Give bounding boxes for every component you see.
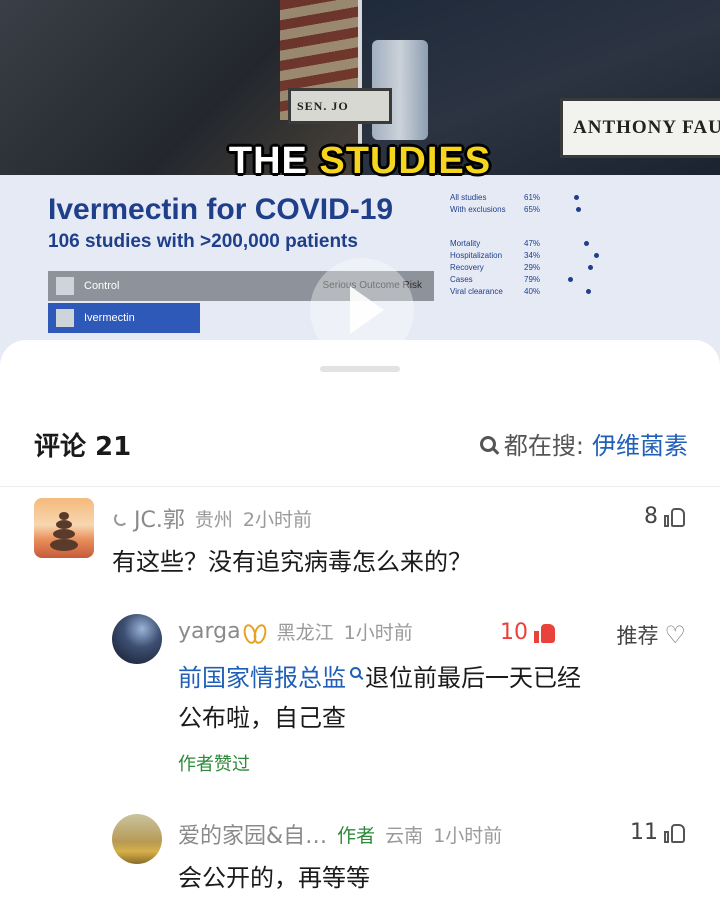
- slide-title: Ivermectin for COVID-19: [48, 193, 394, 226]
- person-icon: [56, 309, 74, 327]
- heart-icon: ♡: [664, 621, 686, 649]
- row-label: All studies: [450, 192, 487, 202]
- thumbs-up-icon: [664, 822, 686, 844]
- row-pct: 29%: [524, 262, 541, 272]
- like-button[interactable]: 8: [644, 504, 686, 529]
- comment-text: 会公开的，再等等: [178, 864, 370, 892]
- like-count: 8: [644, 504, 658, 529]
- row-dot: [576, 206, 581, 212]
- trending-search-label: 都在搜:: [503, 432, 584, 460]
- comment-text-rest: 退位前最后一天已经: [365, 664, 581, 692]
- thumbs-up-filled-icon: [534, 622, 556, 644]
- author-liked-label: 作者赞过: [178, 754, 250, 775]
- person-icon: [56, 277, 74, 295]
- avatar[interactable]: [112, 814, 162, 864]
- row-pct: 79%: [524, 274, 541, 284]
- search-link[interactable]: 前国家情报总监: [178, 664, 346, 692]
- search-icon: [479, 435, 496, 452]
- row-label: Recovery: [450, 262, 484, 272]
- comments-title: 评论 21: [34, 432, 132, 462]
- header-divider: [0, 486, 720, 487]
- thumbs-up-icon: [664, 506, 686, 528]
- table-row: Mortality 47%: [450, 237, 620, 249]
- location: 云南: [385, 824, 424, 847]
- row-label: Hospitalization: [450, 250, 503, 260]
- timestamp: 2小时前: [242, 508, 312, 531]
- row-label: Mortality: [450, 238, 481, 248]
- username[interactable]: yarga: [178, 619, 241, 644]
- recommend-button[interactable]: 推荐 ♡: [616, 620, 686, 650]
- recommend-label: 推荐: [616, 624, 659, 648]
- table-row: With exclusions 65%: [450, 203, 620, 215]
- table-row: Viral clearance 40%: [450, 285, 620, 297]
- row-pct: 34%: [524, 250, 541, 260]
- like-button[interactable]: 10: [500, 620, 556, 645]
- comment-text-line2: 公布啦，自己查: [178, 704, 346, 732]
- comments-sheet: 评论 21 都在搜: 伊维菌素 JC.郭 贵州 2小时前 8 有这些？没有追究病…: [0, 340, 720, 923]
- like-count: 10: [500, 620, 528, 645]
- row-dot: [574, 194, 579, 200]
- table-row: Recovery 29%: [450, 261, 620, 273]
- username[interactable]: JC.郭: [134, 502, 185, 534]
- drag-handle[interactable]: [320, 366, 400, 372]
- row-pct: 61%: [524, 192, 541, 202]
- avatar-stone: [59, 512, 69, 520]
- avatar-stone: [56, 520, 72, 529]
- row-dot: [568, 276, 573, 282]
- nameplate-senator: SEN. JO: [288, 88, 392, 124]
- comment-text: 前国家情报总监 退位前最后一天已经 公布啦，自己查: [178, 658, 581, 738]
- row-pct: 40%: [524, 286, 541, 296]
- table-row: Hospitalization 34%: [450, 249, 620, 261]
- avatar[interactable]: [112, 614, 162, 664]
- row-pct: 65%: [524, 204, 541, 214]
- row-dot: [588, 264, 593, 270]
- avatar-stone: [50, 539, 78, 551]
- avatar[interactable]: [34, 498, 94, 558]
- ribbon-badge-icon: [243, 622, 267, 642]
- comment-text: 有这些？没有追究病毒怎么来的？: [112, 548, 472, 576]
- slide-results-table: All studies 61% With exclusions 65% Mortal…: [450, 191, 620, 297]
- comment-header: 爱的家园&自… 作者 云南 1小时前: [178, 818, 502, 850]
- table-row: All studies 61%: [450, 191, 620, 203]
- comment-header: yarga 黑龙江 1小时前: [178, 618, 413, 645]
- row-dot: [584, 240, 589, 246]
- location: 贵州: [194, 508, 233, 531]
- row-label: Cases: [450, 274, 473, 284]
- author-tag: 作者: [337, 824, 376, 847]
- bar-ivermectin-label: Ivermectin: [84, 312, 135, 324]
- trending-search-keyword[interactable]: 伊维菌素: [592, 426, 688, 461]
- row-label: Viral clearance: [450, 286, 503, 296]
- slide-subtitle: 106 studies with >200,000 patients: [48, 231, 358, 252]
- slide-bar-ivermectin: Ivermectin: [48, 303, 200, 333]
- table-row: Cases 79%: [450, 273, 620, 285]
- like-button[interactable]: 11: [630, 820, 686, 845]
- bar-control-label: Control: [84, 280, 120, 292]
- timestamp: 1小时前: [433, 824, 503, 847]
- video-player[interactable]: SEN. JO ANTHONY FAU Ivermectin for COVID…: [0, 0, 720, 370]
- row-label: With exclusions: [450, 204, 506, 214]
- row-dot: [586, 288, 591, 294]
- caption-white: THE: [228, 140, 320, 182]
- avatar-stone: [53, 529, 75, 539]
- comment-header: JC.郭 贵州 2小时前: [112, 502, 312, 534]
- video-caption: THE STUDIES: [0, 140, 720, 183]
- caption-yellow: STUDIES: [319, 140, 492, 182]
- row-dot: [594, 252, 599, 258]
- location: 黑龙江: [276, 622, 334, 644]
- username[interactable]: 爱的家园&自…: [178, 818, 327, 850]
- search-icon: [350, 667, 361, 678]
- row-pct: 47%: [524, 238, 541, 248]
- trending-search[interactable]: 都在搜: 伊维菌素: [479, 426, 688, 461]
- signal-icon: [112, 510, 132, 526]
- like-count: 11: [630, 820, 658, 845]
- timestamp: 1小时前: [343, 622, 413, 644]
